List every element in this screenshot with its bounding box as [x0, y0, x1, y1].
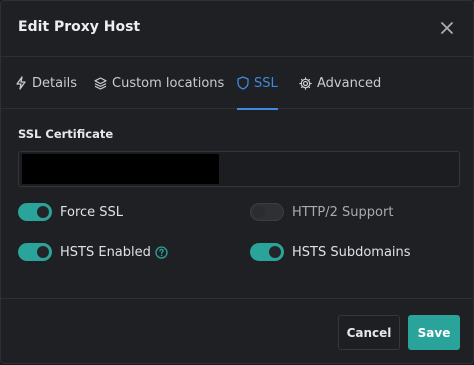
switch-knob: [37, 246, 49, 258]
http2-support-switch[interactable]: [250, 203, 284, 221]
question-circle-icon[interactable]: [155, 245, 168, 259]
tab-ssl-label: SSL: [254, 75, 278, 91]
tab-details[interactable]: Details: [15, 57, 77, 109]
hsts-enabled-toggle[interactable]: HSTS Enabled: [18, 241, 168, 263]
ssl-certificate-label: SSL Certificate: [18, 127, 114, 141]
gear-icon: [299, 76, 312, 90]
lightning-icon: [16, 76, 26, 90]
close-button[interactable]: [437, 16, 457, 40]
ssl-certificate-select[interactable]: [18, 151, 460, 187]
close-icon: [441, 22, 453, 34]
save-button[interactable]: Save: [408, 315, 460, 350]
tab-custom-locations-label: Custom locations: [112, 75, 225, 91]
tab-advanced-label: Advanced: [317, 75, 382, 91]
tab-ssl[interactable]: SSL: [237, 57, 278, 110]
force-ssl-switch[interactable]: [18, 203, 52, 221]
tab-advanced[interactable]: Advanced: [299, 57, 381, 109]
modal-header: Edit Proxy Host: [1, 1, 473, 57]
hsts-enabled-label: HSTS Enabled: [60, 244, 151, 260]
http2-support-toggle[interactable]: HTTP/2 Support: [250, 201, 393, 223]
hsts-subdomains-toggle[interactable]: HSTS Subdomains: [250, 241, 411, 263]
layers-icon: [94, 76, 107, 90]
shield-icon: [237, 76, 249, 90]
cancel-button[interactable]: Cancel: [338, 315, 400, 350]
force-ssl-label: Force SSL: [60, 204, 124, 220]
modal-footer: Cancel Save: [1, 298, 473, 365]
tab-details-label: Details: [32, 75, 78, 91]
hsts-subdomains-switch[interactable]: [250, 243, 284, 261]
switch-knob: [253, 206, 265, 218]
tab-custom-locations[interactable]: Custom locations: [94, 57, 224, 109]
switch-knob: [269, 246, 281, 258]
edit-proxy-host-modal: Edit Proxy Host Details Custom locations: [0, 0, 474, 364]
modal-title: Edit Proxy Host: [18, 19, 141, 35]
http2-support-label: HTTP/2 Support: [292, 204, 394, 220]
ssl-certificate-value: [22, 154, 219, 184]
hsts-subdomains-label: HSTS Subdomains: [292, 244, 411, 260]
tab-bar: Details Custom locations SSL Advanced: [1, 57, 473, 110]
switch-knob: [37, 206, 49, 218]
force-ssl-toggle[interactable]: Force SSL: [18, 201, 123, 223]
hsts-enabled-switch[interactable]: [18, 243, 52, 261]
